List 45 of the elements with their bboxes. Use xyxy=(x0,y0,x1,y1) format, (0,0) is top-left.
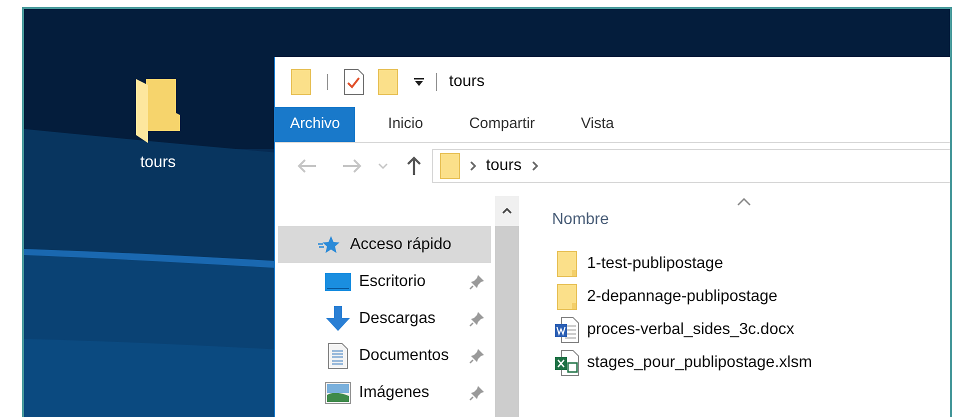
down-arrow-icon xyxy=(325,306,351,332)
file-name[interactable]: 2-depannage-publipostage xyxy=(587,285,778,309)
window-title: tours xyxy=(449,72,485,92)
document-icon xyxy=(328,342,348,368)
desktop-icon-label[interactable]: tours xyxy=(140,151,176,175)
chevron-right-icon[interactable] xyxy=(532,161,538,171)
file-name[interactable]: proces-verbal_sides_3c.docx xyxy=(587,318,794,342)
chevron-up-icon[interactable] xyxy=(502,208,512,214)
pin-icon[interactable] xyxy=(469,274,485,290)
breadcrumb[interactable]: tours xyxy=(486,154,522,178)
star-icon xyxy=(318,234,340,254)
chevron-right-icon[interactable] xyxy=(470,161,476,171)
up-arrow-icon[interactable] xyxy=(406,156,422,176)
back-arrow-icon[interactable] xyxy=(297,158,317,174)
ribbon-tab[interactable]: Compartir xyxy=(446,107,558,142)
nav-item[interactable]: Descargas xyxy=(278,300,491,337)
spreadsheet-icon xyxy=(555,350,579,376)
ribbon-tab[interactable]: Inicio xyxy=(365,107,446,142)
file-name[interactable]: 1-test-publipostage xyxy=(587,252,724,276)
folder-icon xyxy=(557,284,577,310)
nav-item[interactable]: Documentos xyxy=(278,337,491,374)
monitor-icon xyxy=(325,272,351,292)
folder-icon xyxy=(557,251,577,277)
chevron-down-icon[interactable] xyxy=(378,163,388,169)
address-bar[interactable]: tours xyxy=(432,149,950,183)
pin-icon[interactable] xyxy=(469,310,485,326)
file-name[interactable]: stages_pour_publipostage.xlsm xyxy=(587,351,812,375)
sort-ascending-icon[interactable] xyxy=(737,198,751,206)
ribbon-tab[interactable]: Archivo xyxy=(275,107,356,142)
pin-icon[interactable] xyxy=(469,348,485,364)
folder-icon[interactable] xyxy=(136,79,180,143)
pin-icon[interactable] xyxy=(469,384,485,400)
dropdown-icon[interactable] xyxy=(414,77,424,87)
folder-icon xyxy=(440,153,460,179)
nav-item[interactable]: Imágenes xyxy=(278,374,491,411)
nav-item[interactable]: Acceso rápido xyxy=(278,226,491,263)
checklist-document-icon[interactable] xyxy=(344,69,364,95)
scrollbar-thumb[interactable] xyxy=(495,226,519,417)
image-icon xyxy=(325,382,351,404)
ribbon-tab[interactable]: Vista xyxy=(558,107,637,142)
nav-item[interactable]: Escritorio xyxy=(278,263,491,300)
scroll-up-button[interactable] xyxy=(495,196,519,226)
column-header[interactable]: Nombre xyxy=(552,208,950,232)
word-document-icon xyxy=(555,317,579,343)
forward-arrow-icon[interactable] xyxy=(342,158,362,174)
